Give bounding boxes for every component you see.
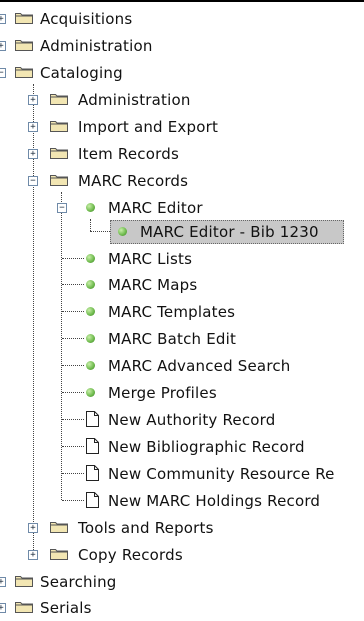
green-dot-icon [86, 334, 95, 343]
folder-icon [50, 522, 68, 533]
tree-connector [62, 392, 84, 393]
tree-item-serials[interactable]: + Serials [0, 595, 364, 621]
tree-item-label: New Authority Record [108, 411, 276, 429]
document-icon [86, 438, 99, 454]
tree-item-marc-editor[interactable]: − MARC Editor [0, 195, 364, 221]
tree-item-copy-records[interactable]: + Copy Records [0, 542, 364, 568]
collapse-minus-icon[interactable]: − [28, 176, 38, 186]
green-dot-icon [86, 254, 95, 263]
tree-item-new-authority-record[interactable]: New Authority Record [0, 407, 364, 433]
tree-item-label: Serials [40, 599, 92, 617]
tree-item-cataloging-administration[interactable]: + Administration [0, 87, 364, 113]
tree-item-label: Item Records [78, 145, 179, 163]
document-icon [86, 492, 99, 508]
tree-item-label: MARC Editor - Bib 1230 [140, 223, 319, 241]
folder-icon [50, 148, 68, 159]
collapse-minus-icon[interactable]: − [57, 203, 67, 213]
tree-item-marc-templates[interactable]: MARC Templates [0, 299, 364, 325]
tree-item-label: Administration [78, 91, 191, 109]
folder-icon [15, 40, 33, 51]
tree-item-administration[interactable]: + Administration [0, 33, 364, 59]
expand-plus-icon[interactable]: + [0, 14, 6, 24]
expand-plus-icon[interactable]: + [28, 122, 38, 132]
tree-connector [62, 419, 84, 420]
tree-item-merge-profiles[interactable]: Merge Profiles [0, 380, 364, 406]
tree-item-label: Tools and Reports [78, 519, 214, 537]
tree-item-label: Merge Profiles [108, 384, 217, 402]
tree-item-label: MARC Lists [108, 250, 193, 268]
tree-item-new-community-resource[interactable]: New Community Resource Re [0, 461, 364, 487]
tree-item-cataloging[interactable]: − Cataloging [0, 60, 364, 86]
tree-item-label: New MARC Holdings Record [108, 492, 321, 510]
tree-item-label: Searching [40, 573, 117, 591]
top-border [0, 0, 364, 2]
tree-item-label: MARC Records [78, 172, 189, 190]
folder-icon [15, 602, 33, 613]
tree-item-label: MARC Advanced Search [108, 357, 291, 375]
green-dot-icon [86, 280, 95, 289]
tree-item-label: Import and Export [78, 118, 219, 136]
tree-item-label: MARC Templates [108, 303, 236, 321]
folder-icon [50, 121, 68, 132]
document-icon [86, 411, 99, 427]
expand-plus-icon[interactable]: + [28, 550, 38, 560]
tree-connector [62, 365, 84, 366]
tree-item-import-export[interactable]: + Import and Export [0, 114, 364, 140]
tree-item-marc-maps[interactable]: MARC Maps [0, 272, 364, 298]
green-dot-icon [86, 203, 95, 212]
expand-plus-icon[interactable]: + [0, 577, 6, 587]
expand-plus-icon[interactable]: + [0, 41, 6, 51]
tree-item-label: MARC Batch Edit [108, 330, 237, 348]
expand-plus-icon[interactable]: + [28, 523, 38, 533]
expand-plus-icon[interactable]: + [28, 95, 38, 105]
document-icon [86, 465, 99, 481]
tree-item-label: New Community Resource Re [108, 465, 335, 483]
collapse-minus-icon[interactable]: − [0, 68, 6, 78]
tree-item-marc-editor-bib-1230[interactable]: MARC Editor - Bib 1230 [0, 219, 364, 245]
green-dot-icon [118, 227, 127, 236]
folder-icon [15, 13, 33, 24]
tree-connector [62, 338, 84, 339]
tree-item-label: MARC Editor [108, 199, 203, 217]
tree-item-label: MARC Maps [108, 276, 198, 294]
tree-connector [62, 258, 84, 259]
green-dot-icon [86, 388, 95, 397]
navigation-tree: + Acquisitions + Administration − Catalo… [0, 0, 364, 617]
tree-connector [62, 473, 84, 474]
tree-item-marc-batch-edit[interactable]: MARC Batch Edit [0, 326, 364, 352]
tree-connector [62, 284, 84, 285]
green-dot-icon [86, 361, 95, 370]
tree-item-marc-lists[interactable]: MARC Lists [0, 246, 364, 272]
tree-connector [62, 311, 84, 312]
green-dot-icon [86, 307, 95, 316]
tree-item-label: New Bibliographic Record [108, 438, 305, 456]
tree-connector [62, 446, 84, 447]
tree-item-item-records[interactable]: + Item Records [0, 141, 364, 167]
folder-icon [50, 94, 68, 105]
tree-item-label: Acquisitions [40, 10, 133, 28]
tree-item-marc-records[interactable]: − MARC Records [0, 168, 364, 194]
tree-item-label: Administration [40, 37, 153, 55]
folder-icon [50, 175, 68, 186]
tree-item-tools-and-reports[interactable]: + Tools and Reports [0, 515, 364, 541]
tree-item-new-marc-holdings-record[interactable]: New MARC Holdings Record [0, 488, 364, 514]
tree-item-label: Copy Records [78, 546, 183, 564]
tree-item-acquisitions[interactable]: + Acquisitions [0, 6, 364, 32]
expand-plus-icon[interactable]: + [0, 603, 6, 613]
folder-icon [15, 67, 33, 78]
tree-item-label: Cataloging [40, 64, 123, 82]
folder-icon [15, 576, 33, 587]
tree-item-searching[interactable]: + Searching [0, 569, 364, 595]
expand-plus-icon[interactable]: + [28, 149, 38, 159]
tree-connector [62, 500, 84, 501]
folder-icon [50, 549, 68, 560]
tree-item-new-bibliographic-record[interactable]: New Bibliographic Record [0, 434, 364, 460]
tree-item-marc-advanced-search[interactable]: MARC Advanced Search [0, 353, 364, 379]
